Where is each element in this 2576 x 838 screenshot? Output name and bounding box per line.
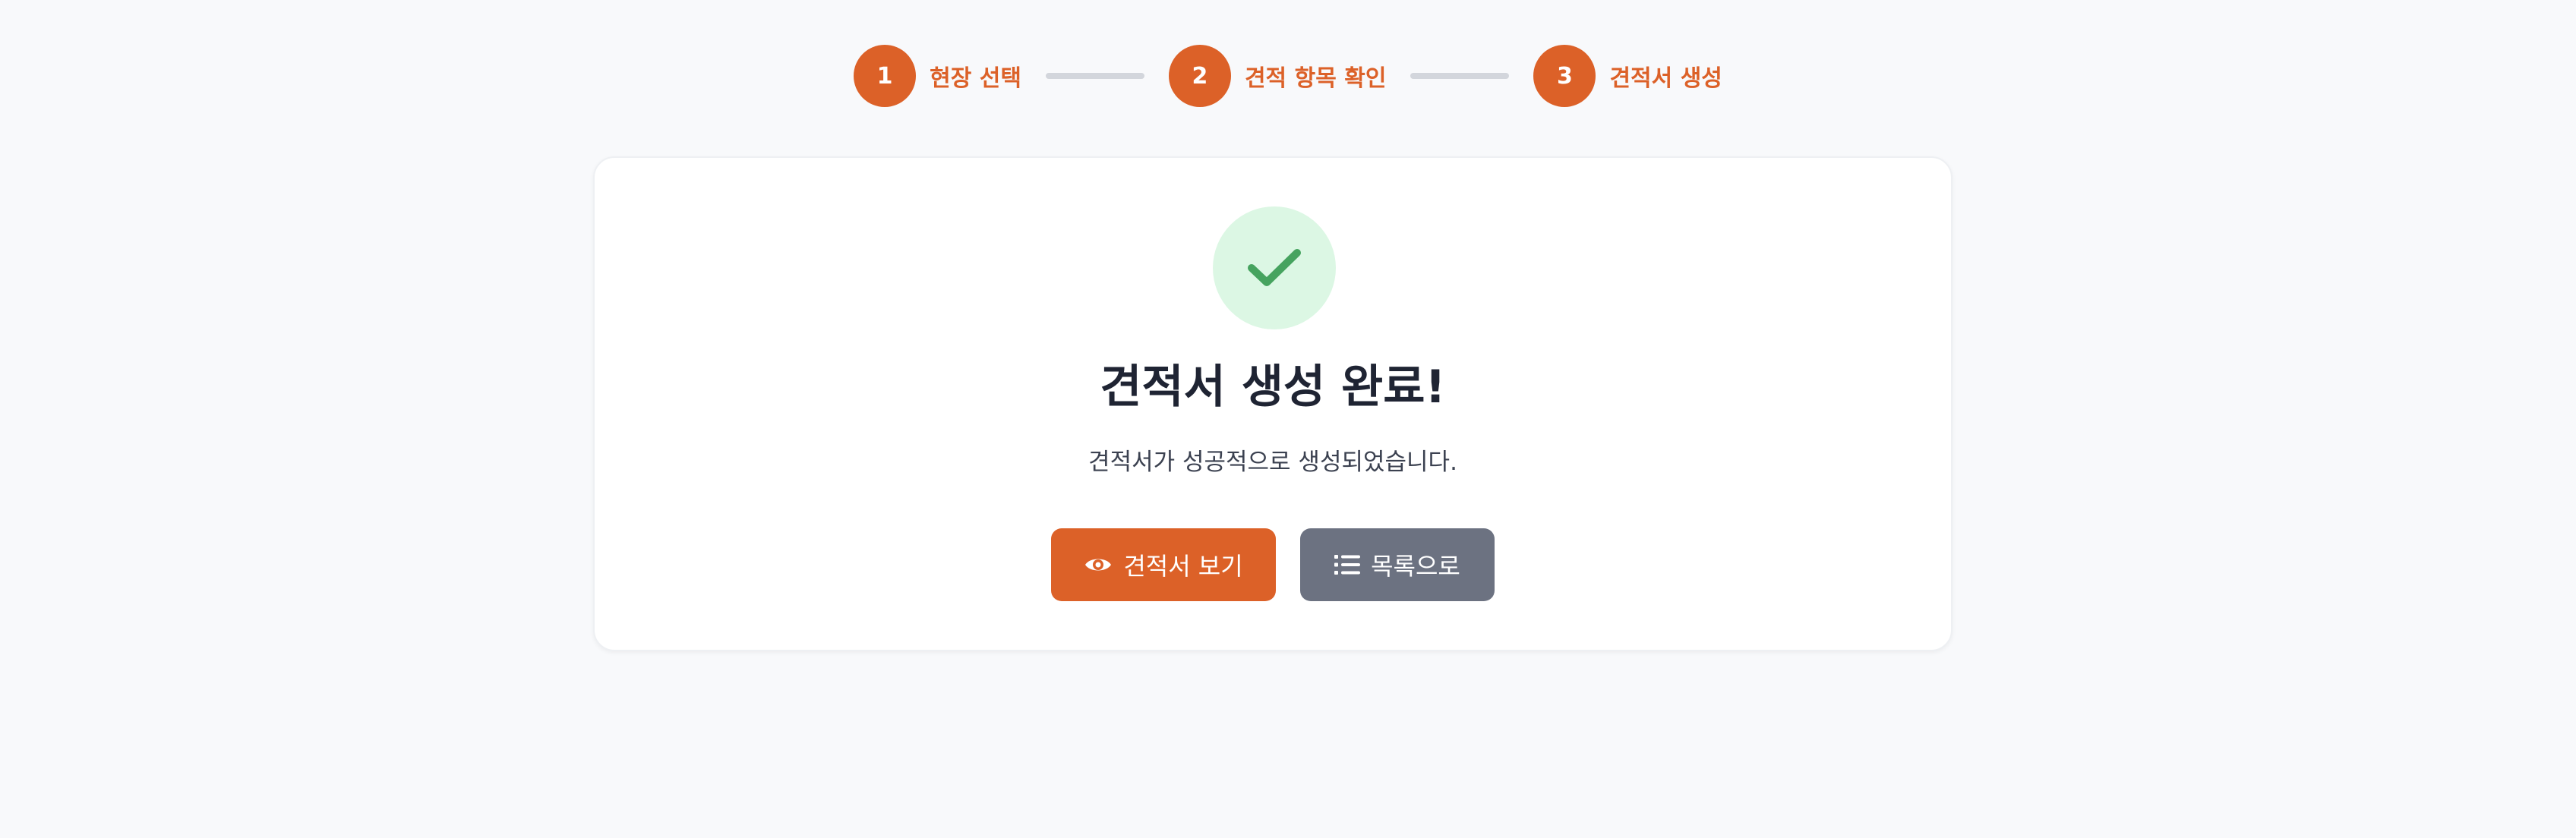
completion-message: 견적서가 성공적으로 생성되었습니다.: [1088, 449, 1457, 476]
progress-stepper: 1 현장 선택 2 견적 항목 확인 3 견적서 생성: [0, 44, 2576, 108]
completion-card: 견적서 생성 완료! 견적서가 성공적으로 생성되었습니다. 견적서 보기 목록…: [593, 156, 1953, 651]
action-buttons: 견적서 보기 목록으로: [595, 528, 1951, 601]
step-connector: [1045, 73, 1144, 79]
view-quote-label: 견적서 보기: [1123, 552, 1243, 581]
step-connector: [1410, 73, 1510, 79]
step-label: 현장 선택: [930, 65, 1021, 92]
success-badge: [1213, 206, 1336, 329]
step-number: 3: [1533, 45, 1596, 107]
step-label: 견적서 생성: [1609, 65, 1722, 92]
list-icon: [1334, 553, 1361, 576]
eye-icon: [1084, 554, 1113, 575]
back-to-list-button[interactable]: 목록으로: [1300, 528, 1495, 601]
step-number: 2: [1168, 45, 1231, 107]
view-quote-button[interactable]: 견적서 보기: [1051, 528, 1276, 601]
completion-title: 견적서 생성 완료!: [1100, 361, 1446, 414]
step-site-selection: 1 현장 선택: [854, 44, 1021, 108]
check-icon: [1248, 249, 1301, 286]
step-label: 견적 항목 확인: [1244, 65, 1387, 92]
step-quote-generation: 3 견적서 생성: [1533, 44, 1722, 108]
back-to-list-label: 목록으로: [1371, 552, 1460, 581]
step-number: 1: [854, 45, 917, 107]
step-item-review: 2 견적 항목 확인: [1168, 44, 1387, 108]
